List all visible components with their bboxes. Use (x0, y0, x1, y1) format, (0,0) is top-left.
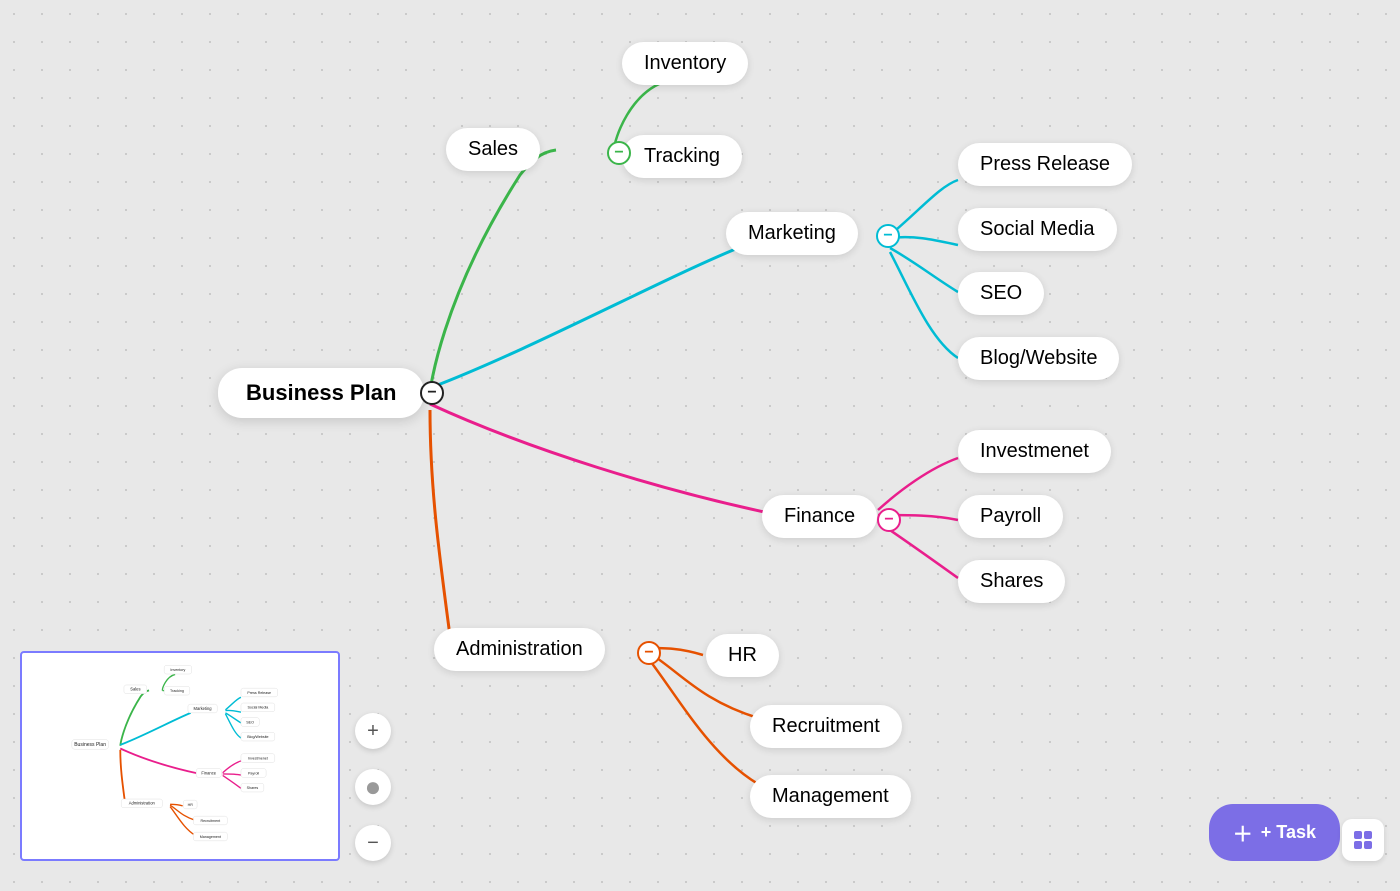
node-business-plan[interactable]: Business Plan (218, 368, 424, 418)
svg-text:Business Plan: Business Plan (74, 742, 106, 748)
node-label: Inventory (644, 52, 726, 74)
svg-text:Administration: Administration (129, 801, 156, 806)
node-finance[interactable]: Finance (762, 495, 877, 538)
svg-text:Sales: Sales (130, 687, 140, 692)
collapse-sales[interactable]: − (607, 141, 631, 165)
svg-text:SEO: SEO (246, 720, 254, 724)
node-blog-website[interactable]: Blog/Website (958, 337, 1119, 380)
node-label: HR (728, 644, 757, 666)
node-shares[interactable]: Shares (958, 560, 1065, 603)
node-label: SEO (980, 282, 1022, 304)
svg-text:Payroll: Payroll (248, 771, 259, 775)
task-plus-icon: ＋ (1233, 818, 1253, 847)
svg-text:Press Release: Press Release (247, 691, 271, 695)
add-task-button[interactable]: ＋ + Task (1209, 804, 1340, 861)
node-label: Press Release (980, 153, 1110, 175)
node-label: Shares (980, 570, 1043, 592)
node-label: Social Media (980, 218, 1095, 240)
grid-icon (1352, 829, 1374, 851)
task-label: + Task (1261, 822, 1316, 843)
zoom-dot-button[interactable]: ● (355, 769, 391, 805)
zoom-in-button[interactable]: + (355, 713, 391, 749)
node-label: Payroll (980, 505, 1041, 527)
svg-text:Social Media: Social Media (247, 706, 269, 710)
svg-text:Shares: Shares (247, 786, 259, 790)
minimap: Business Plan Sales Inventory Tracking M… (20, 651, 340, 861)
node-payroll[interactable]: Payroll (958, 495, 1063, 538)
node-inventory[interactable]: Inventory (622, 42, 748, 85)
node-label: Recruitment (772, 715, 880, 737)
svg-text:Blog/Website: Blog/Website (247, 735, 268, 739)
collapse-marketing[interactable]: − (876, 224, 900, 248)
svg-text:Finance: Finance (201, 770, 216, 775)
node-recruitment[interactable]: Recruitment (750, 705, 902, 748)
zoom-out-button[interactable]: − (355, 825, 391, 861)
svg-text:HR: HR (188, 803, 194, 807)
node-label: Sales (468, 138, 518, 160)
node-label: Business Plan (246, 380, 396, 405)
node-press-release[interactable]: Press Release (958, 143, 1132, 186)
svg-text:Management: Management (200, 835, 221, 839)
node-sales[interactable]: Sales (446, 128, 540, 171)
node-label: Tracking (644, 145, 720, 167)
node-label: Finance (784, 505, 855, 527)
node-label: Investmenet (980, 440, 1089, 462)
node-social-media[interactable]: Social Media (958, 208, 1117, 251)
node-label: Blog/Website (980, 347, 1097, 369)
svg-text:Marketing: Marketing (194, 706, 213, 711)
collapse-finance[interactable]: − (877, 508, 901, 532)
svg-text:Tracking: Tracking (170, 689, 184, 693)
grid-view-button[interactable] (1342, 819, 1384, 861)
node-tracking[interactable]: Tracking (622, 135, 742, 178)
node-label: Management (772, 785, 889, 807)
svg-text:Recruitment: Recruitment (201, 819, 221, 823)
svg-text:Investmenet: Investmenet (248, 756, 268, 760)
collapse-administration[interactable]: − (637, 641, 661, 665)
node-hr[interactable]: HR (706, 634, 779, 677)
zoom-controls: + ● − (355, 713, 391, 861)
node-management[interactable]: Management (750, 775, 911, 818)
svg-text:Inventory: Inventory (170, 668, 185, 672)
node-administration[interactable]: Administration (434, 628, 605, 671)
node-marketing[interactable]: Marketing (726, 212, 858, 255)
node-investmenet[interactable]: Investmenet (958, 430, 1111, 473)
node-seo[interactable]: SEO (958, 272, 1044, 315)
collapse-business-plan[interactable]: − (420, 381, 444, 405)
node-label: Administration (456, 638, 583, 660)
minimap-svg: Business Plan Sales Inventory Tracking M… (22, 653, 340, 861)
node-label: Marketing (748, 222, 836, 244)
mind-map-canvas[interactable]: Business Plan − Sales − Inventory Tracki… (0, 0, 1400, 891)
